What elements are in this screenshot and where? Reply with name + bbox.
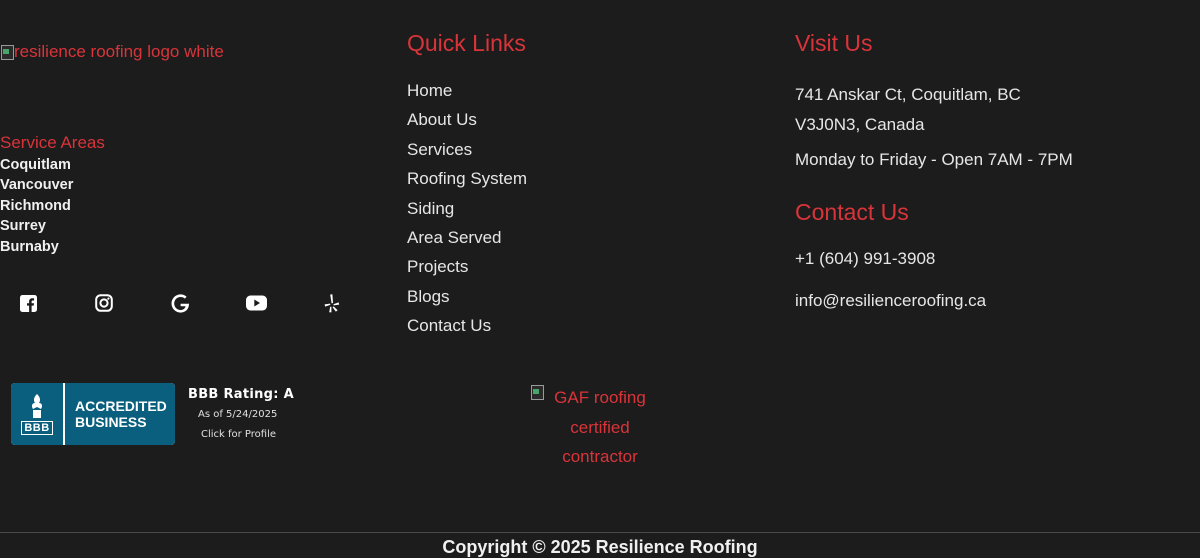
broken-image-icon <box>0 44 14 60</box>
company-logo[interactable]: resilience roofing logo white <box>0 42 224 62</box>
google-link[interactable] <box>169 292 191 314</box>
bbb-rating[interactable]: BBB Rating: A <box>188 387 294 402</box>
social-links <box>0 292 360 316</box>
service-area-item: Vancouver <box>0 177 74 194</box>
quick-link-roofing-system[interactable]: Roofing System <box>407 166 527 195</box>
address-line2: V3J0N3, Canada <box>795 114 925 134</box>
bbb-rating-date: As of 5/24/2025 <box>198 409 278 420</box>
instagram-link[interactable] <box>93 292 115 314</box>
bbb-letters: BBB <box>21 421 53 435</box>
logo-alt-text: resilience roofing logo white <box>14 42 224 61</box>
address: 741 Anskar Ct, Coquitlam, BC V3J0N3, Can… <box>795 80 1021 139</box>
facebook-link[interactable] <box>17 292 39 314</box>
quick-link-about-us[interactable]: About Us <box>407 107 527 136</box>
service-area-item: Richmond <box>0 197 71 214</box>
bbb-badge-line2: BUSINESS <box>75 414 147 430</box>
service-area-item: Coquitlam <box>0 157 71 173</box>
gaf-alt-line2: certified <box>570 417 630 437</box>
service-areas-title: Service Areas <box>0 133 105 152</box>
youtube-link[interactable] <box>245 292 267 314</box>
yelp-icon <box>324 293 340 312</box>
visit-us-title: Visit Us <box>795 30 873 56</box>
gaf-alt-line3: contractor <box>562 447 638 466</box>
bbb-badge-text: ACCREDITED BUSINESS <box>65 383 175 445</box>
facebook-icon <box>19 294 37 312</box>
yelp-link[interactable] <box>321 292 343 314</box>
email-link[interactable]: info@resilienceroofing.ca <box>795 291 986 311</box>
service-area-item: Burnaby <box>0 238 59 255</box>
quick-link-area-served[interactable]: Area Served <box>407 225 527 254</box>
youtube-icon <box>245 295 267 311</box>
address-line1: 741 Anskar Ct, Coquitlam, BC <box>795 85 1021 104</box>
footer-divider <box>0 532 1200 533</box>
gaf-certified-badge[interactable]: GAF roofing certified contractor <box>530 383 670 472</box>
business-hours: Monday to Friday - Open 7AM - 7PM <box>795 150 1073 169</box>
quick-links-list: Home About Us Services Roofing System Si… <box>407 78 527 343</box>
gaf-alt-line1: GAF roofing <box>554 388 646 407</box>
bbb-accredited-badge[interactable]: BBB ACCREDITED BUSINESS <box>11 383 175 445</box>
service-area-item: Surrey <box>0 218 46 235</box>
google-icon <box>171 293 189 313</box>
copyright-text: Copyright © 2025 Resilience Roofing <box>442 537 758 557</box>
quick-link-projects[interactable]: Projects <box>407 254 527 283</box>
contact-us-title: Contact Us <box>795 199 909 225</box>
instagram-icon <box>95 294 113 312</box>
quick-link-blogs[interactable]: Blogs <box>407 284 527 313</box>
quick-link-home[interactable]: Home <box>407 78 527 107</box>
bbb-torch-logo: BBB <box>11 383 65 445</box>
service-areas-list: Coquitlam Vancouver Richmond Surrey Burn… <box>0 155 73 257</box>
bbb-badge-line1: ACCREDITED <box>75 398 167 414</box>
quick-link-contact-us[interactable]: Contact Us <box>407 313 527 342</box>
quick-link-services[interactable]: Services <box>407 137 527 166</box>
bbb-torch-icon <box>31 394 43 418</box>
quick-links-title: Quick Links <box>407 30 526 56</box>
broken-image-icon <box>530 384 544 400</box>
bbb-profile-link[interactable]: Click for Profile <box>201 429 276 440</box>
phone-link[interactable]: +1 (604) 991-3908 <box>795 249 935 269</box>
quick-link-siding[interactable]: Siding <box>407 196 527 225</box>
